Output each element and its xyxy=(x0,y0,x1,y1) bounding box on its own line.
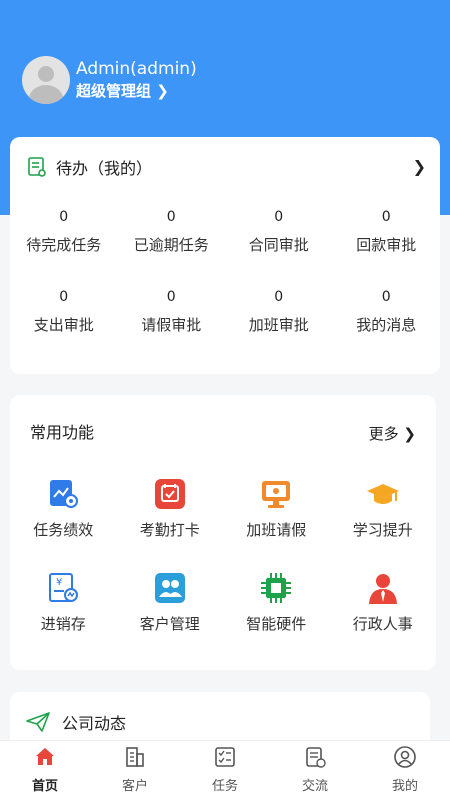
chip-icon xyxy=(261,573,292,603)
bottom-tab-bar: 首页 客户 任务 交流 我的 xyxy=(0,740,450,800)
attendance-icon xyxy=(154,479,185,509)
tab-home[interactable]: 首页 xyxy=(0,741,90,800)
todo-item[interactable]: 0 待完成任务 xyxy=(10,207,118,257)
overtime-leave-icon xyxy=(262,481,291,508)
todo-item[interactable]: 0 已逾期任务 xyxy=(118,207,226,257)
todo-card: 待办（我的） ❯ 0 待完成任务 0 已逾期任务 0 合同审批 0 回款审批 0… xyxy=(10,137,440,374)
chat-document-icon xyxy=(306,747,326,768)
todo-title: 待办（我的） xyxy=(56,159,153,178)
functions-card: 常用功能 更多 ❯ 任务绩效 考勤打卡 加班请假 学习提升 ¥ 进销存 客户管理… xyxy=(10,395,436,670)
graduation-cap-icon xyxy=(366,484,399,504)
todo-item[interactable]: 0 支出审批 xyxy=(10,287,118,337)
paper-plane-icon xyxy=(26,712,50,732)
function-item-attendance[interactable]: 考勤打卡 xyxy=(117,477,224,541)
svg-text:¥: ¥ xyxy=(56,577,62,588)
todo-item[interactable]: 0 回款审批 xyxy=(333,207,441,257)
todo-chevron-right-icon[interactable]: ❯ xyxy=(413,157,426,176)
avatar[interactable] xyxy=(22,56,70,104)
todo-item[interactable]: 0 合同审批 xyxy=(225,207,333,257)
task-performance-icon xyxy=(50,480,79,508)
function-item-learning[interactable]: 学习提升 xyxy=(330,477,437,541)
function-item-admin-hr[interactable]: 行政人事 xyxy=(330,571,437,635)
news-header: 公司动态 xyxy=(26,710,126,734)
tab-mine[interactable]: 我的 xyxy=(360,741,450,800)
function-item-overtime-leave[interactable]: 加班请假 xyxy=(223,477,330,541)
functions-grid: 任务绩效 考勤打卡 加班请假 学习提升 ¥ 进销存 客户管理 智能硬件 行政人事 xyxy=(10,477,436,635)
function-item-inventory[interactable]: ¥ 进销存 xyxy=(10,571,117,635)
tab-customers[interactable]: 客户 xyxy=(90,741,180,800)
building-icon xyxy=(126,747,144,767)
function-item-smart-hardware[interactable]: 智能硬件 xyxy=(223,571,330,635)
tab-tasks[interactable]: 任务 xyxy=(180,741,270,800)
customers-icon xyxy=(154,573,185,603)
todo-item[interactable]: 0 请假审批 xyxy=(118,287,226,337)
task-list-icon xyxy=(215,747,235,767)
user-circle-icon xyxy=(394,746,416,768)
profile-section[interactable]: Admin(admin) 超级管理组 ❯ xyxy=(22,56,197,104)
more-link[interactable]: 更多 ❯ xyxy=(369,423,416,444)
todo-grid: 0 待完成任务 0 已逾期任务 0 合同审批 0 回款审批 0 支出审批 0 请… xyxy=(10,207,440,337)
tab-communication[interactable]: 交流 xyxy=(270,741,360,800)
functions-header: 常用功能 xyxy=(30,419,94,443)
staff-icon xyxy=(368,574,397,604)
inventory-icon: ¥ xyxy=(49,573,79,602)
news-title: 公司动态 xyxy=(62,714,127,733)
todo-list-icon xyxy=(28,157,46,177)
profile-role-link[interactable]: 超级管理组 ❯ xyxy=(76,80,197,102)
function-item-task-performance[interactable]: 任务绩效 xyxy=(10,477,117,541)
todo-item[interactable]: 0 加班审批 xyxy=(225,287,333,337)
todo-item[interactable]: 0 我的消息 xyxy=(333,287,441,337)
function-item-customers[interactable]: 客户管理 xyxy=(117,571,224,635)
home-icon xyxy=(36,748,54,765)
todo-header[interactable]: 待办（我的） xyxy=(28,155,152,179)
functions-title: 常用功能 xyxy=(30,423,95,442)
profile-name: Admin(admin) xyxy=(76,59,197,79)
